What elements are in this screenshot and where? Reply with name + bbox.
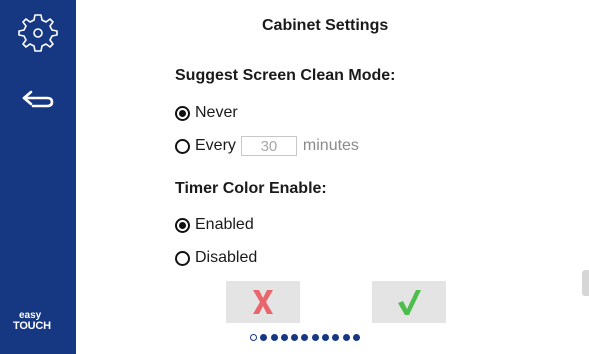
- brand-line-2: TOUCH: [13, 320, 51, 332]
- confirm-button[interactable]: [372, 281, 446, 323]
- minutes-unit-label: minutes: [302, 137, 359, 154]
- cancel-button[interactable]: [226, 281, 300, 323]
- back-button[interactable]: [21, 89, 55, 111]
- page-dot[interactable]: [332, 334, 340, 341]
- radio-every-label: Every: [195, 137, 236, 154]
- minutes-input[interactable]: [240, 136, 297, 156]
- page-dot[interactable]: [270, 334, 278, 341]
- checkmark-icon: [398, 290, 421, 315]
- page-dot[interactable]: [311, 334, 319, 341]
- page-indicator: [250, 334, 360, 341]
- page-dot[interactable]: [342, 334, 350, 341]
- page-title: Cabinet Settings: [262, 17, 389, 34]
- radio-enabled[interactable]: Enabled: [175, 214, 254, 236]
- radio-every[interactable]: Every minutes: [175, 135, 359, 157]
- gear-icon: [18, 14, 58, 52]
- page-dot[interactable]: [352, 334, 360, 341]
- x-icon: [253, 290, 273, 314]
- radio-never[interactable]: Never: [175, 102, 238, 124]
- radio-never-indicator[interactable]: [175, 105, 190, 121]
- back-arrow-icon: [22, 90, 54, 108]
- side-pull-tab[interactable]: [582, 270, 589, 296]
- page-dot[interactable]: [322, 334, 330, 341]
- page-dot[interactable]: [301, 334, 309, 341]
- radio-disabled-indicator[interactable]: [175, 250, 190, 266]
- radio-never-label: Never: [195, 104, 238, 121]
- sidebar: easy TOUCH: [0, 0, 76, 354]
- page-dot[interactable]: [291, 334, 299, 341]
- radio-enabled-indicator[interactable]: [175, 217, 190, 233]
- page-dot[interactable]: [280, 334, 288, 341]
- settings-button[interactable]: [17, 12, 59, 54]
- radio-disabled-label: Disabled: [195, 249, 258, 266]
- screen-clean-heading: Suggest Screen Clean Mode:: [175, 67, 396, 84]
- radio-enabled-label: Enabled: [195, 216, 254, 233]
- page-dot-current[interactable]: [250, 334, 257, 341]
- radio-disabled[interactable]: Disabled: [175, 247, 257, 269]
- brand-logo: easy TOUCH: [13, 311, 65, 332]
- page-dot[interactable]: [260, 334, 268, 341]
- timer-color-heading: Timer Color Enable:: [175, 180, 327, 197]
- radio-every-indicator[interactable]: [175, 138, 190, 154]
